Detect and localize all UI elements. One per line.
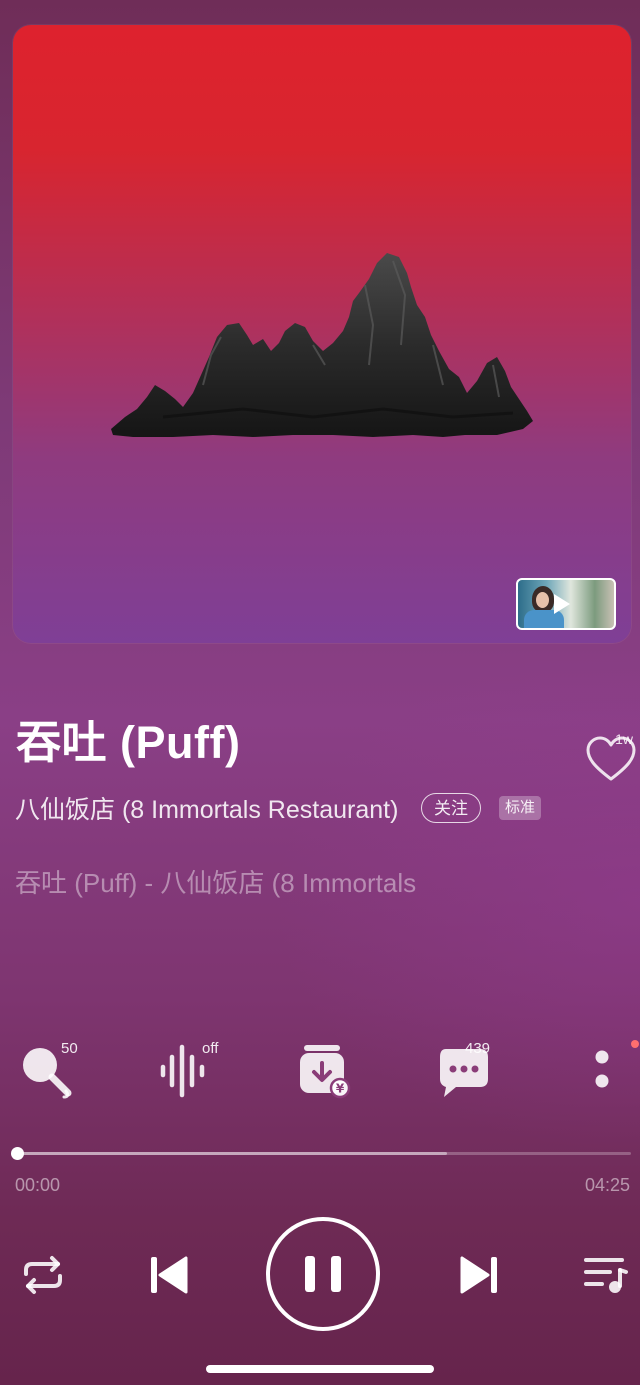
svg-text:¥: ¥ [336, 1082, 345, 1096]
mountain-rock-image [111, 253, 533, 437]
sound-effect-state: off [202, 1040, 219, 1057]
karaoke-button[interactable]: 50 [18, 1035, 108, 1105]
next-track-icon [460, 1256, 497, 1294]
like-button[interactable]: 1w [585, 731, 637, 783]
previous-button[interactable] [148, 1254, 190, 1296]
pause-button[interactable] [265, 1216, 381, 1332]
total-time: 04:25 [584, 1175, 630, 1195]
artist-row: 八仙饭店 (8 Immortals Restaurant) 关注 标准 [15, 792, 575, 824]
lyric-line[interactable]: 吞吐 (Puff) - 八仙饭店 (8 Immortals [15, 863, 416, 900]
music-video-thumbnail[interactable] [516, 578, 616, 630]
play-icon [554, 594, 570, 614]
repeat-button[interactable] [20, 1252, 66, 1298]
playlist-icon [584, 1258, 628, 1293]
follow-button[interactable]: 关注 [421, 793, 481, 823]
progress-bar[interactable] [17, 1152, 631, 1155]
video-person-face [536, 592, 549, 608]
artist-name[interactable]: 八仙饭店 (8 Immortals Restaurant) [15, 790, 413, 826]
sound-effect-button[interactable]: off [158, 1035, 248, 1105]
album-artwork[interactable] [13, 25, 631, 643]
progress-buffered [17, 1152, 447, 1155]
pause-icon [266, 1217, 380, 1331]
download-button[interactable]: ¥ [298, 1035, 388, 1105]
playlist-button[interactable] [582, 1252, 628, 1298]
karaoke-count: 50 [61, 1040, 78, 1057]
action-bar: 50 off ¥ 439 [0, 1035, 640, 1105]
current-time: 00:00 [15, 1175, 61, 1195]
comments-button[interactable]: 439 [438, 1035, 528, 1105]
more-vertical-icon [595, 1050, 609, 1088]
song-title: 吞吐 (Puff) [16, 717, 241, 768]
repeat-icon [24, 1256, 62, 1294]
notification-dot [631, 1040, 639, 1048]
quality-badge[interactable]: 标准 [499, 796, 542, 820]
progress-knob[interactable] [11, 1147, 24, 1160]
download-icon: ¥ [300, 1045, 351, 1099]
home-indicator[interactable] [206, 1365, 434, 1373]
comments-count: 439 [465, 1040, 491, 1057]
next-button[interactable] [458, 1254, 500, 1296]
previous-track-icon [151, 1256, 188, 1294]
more-button[interactable] [590, 1035, 620, 1105]
like-count: 1w [615, 731, 633, 747]
